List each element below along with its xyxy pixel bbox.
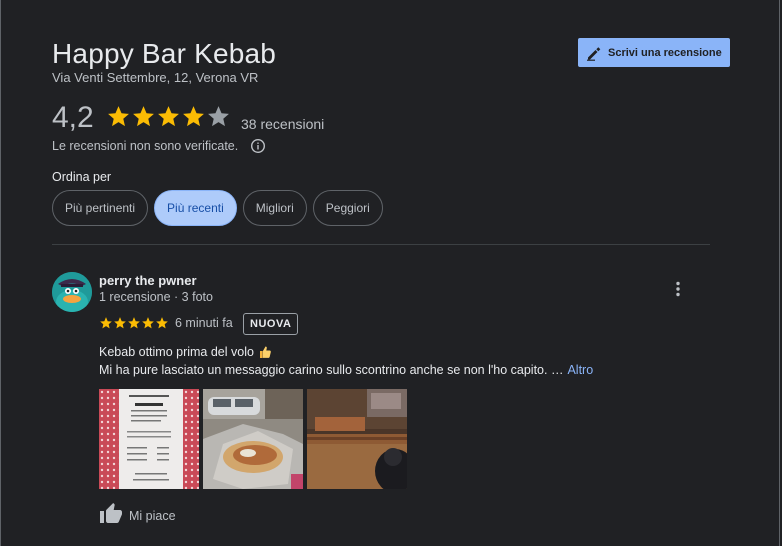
review-time: 6 minuti fa: [175, 316, 233, 330]
more-options-icon[interactable]: [672, 280, 684, 298]
star-empty-icon: [208, 106, 229, 127]
like-button[interactable]: Mi piace: [99, 502, 176, 526]
review-count[interactable]: 38 recensioni: [241, 116, 324, 132]
review-stars: [99, 316, 169, 330]
info-icon[interactable]: [250, 138, 266, 154]
unverified-notice: Le recensioni non sono verificate.: [52, 138, 266, 154]
star-icon: [142, 317, 154, 329]
star-icon: [114, 317, 126, 329]
sort-chip-worst[interactable]: Peggiori: [312, 190, 383, 226]
sort-chip-best[interactable]: Migliori: [242, 190, 307, 226]
thumbs-up-emoji-icon: [258, 345, 272, 359]
star-icon: [100, 317, 112, 329]
review-text-continued: Mi ha pure lasciato un messaggio carino …: [99, 363, 564, 377]
divider: [52, 244, 710, 245]
star-icon: [108, 106, 129, 127]
review-text-line1: Kebab ottimo prima del volo: [99, 345, 272, 359]
star-icon: [156, 317, 168, 329]
sort-label: Ordina per: [52, 170, 112, 184]
restaurant-interior-photo[interactable]: [307, 389, 407, 489]
receipt-photo[interactable]: [99, 389, 199, 489]
reviewer-name[interactable]: perry the pwner: [99, 273, 197, 288]
kebab-photo[interactable]: [203, 389, 303, 489]
thumbs-up-icon: [99, 502, 123, 526]
review-photos: [99, 389, 407, 489]
avatar[interactable]: [52, 272, 92, 312]
place-address: Via Venti Settembre, 12, Verona VR: [52, 70, 259, 85]
star-icon: [183, 106, 204, 127]
sort-chip-relevant[interactable]: Più pertinenti: [52, 190, 149, 226]
star-icon: [133, 106, 154, 127]
sort-chip-recent[interactable]: Più recenti: [154, 190, 237, 226]
average-rating: 4,2: [52, 101, 94, 134]
place-name: Happy Bar Kebab: [52, 38, 277, 69]
unverified-text: Le recensioni non sono verificate.: [52, 139, 239, 153]
edit-pencil-icon: [586, 45, 602, 61]
write-review-label: Scrivi una recensione: [608, 46, 722, 59]
sort-chips: Più pertinenti Più recenti Migliori Pegg…: [52, 190, 383, 226]
review-text: Kebab ottimo prima del volo: [99, 345, 254, 359]
read-more-link[interactable]: Altro: [567, 363, 593, 377]
like-label: Mi piace: [129, 509, 176, 523]
reviewer-meta: 1 recensione · 3 foto: [99, 290, 213, 304]
new-badge: NUOVA: [243, 313, 299, 335]
review-text-line2: Mi ha pure lasciato un messaggio carino …: [99, 363, 593, 377]
star-icon: [158, 106, 179, 127]
write-review-button[interactable]: Scrivi una recensione: [578, 38, 730, 67]
star-icon: [128, 317, 140, 329]
average-rating-stars: [106, 104, 231, 129]
